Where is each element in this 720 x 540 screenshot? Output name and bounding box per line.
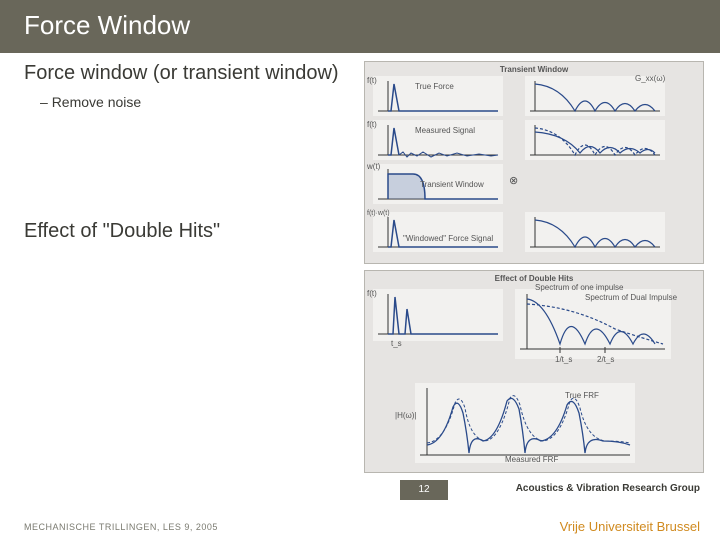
- section1-heading: Force window (or transient window): [24, 61, 354, 86]
- slide-title: Force Window: [0, 0, 720, 53]
- fig2-label-measfrf: Measured FRF: [505, 455, 558, 464]
- content-area: Force window (or transient window) Remov…: [0, 53, 720, 473]
- fig2-label-ft: f(t): [367, 289, 377, 298]
- fig2-label-spec1: Spectrum of one impulse: [535, 283, 624, 292]
- fig2-label-hw: |H(ω)|: [395, 411, 417, 420]
- university-label: Vrije Universiteit Brussel: [560, 519, 700, 534]
- fig2-title: Effect of Double Hits: [495, 274, 574, 283]
- course-label: MECHANISCHE TRILLINGEN, LES 9, 2005: [24, 522, 218, 532]
- fig2-label-ts: t_s: [391, 339, 402, 348]
- research-group-label: Acoustics & Vibration Research Group: [516, 483, 700, 494]
- fig1-spectrum2: [525, 120, 665, 160]
- fig1-label-measured: Measured Signal: [415, 126, 475, 135]
- left-column: Force window (or transient window) Remov…: [24, 61, 364, 473]
- figure-double-hits: Effect of Double Hits f(t) t_s: [364, 270, 704, 473]
- figure-transient-window: Transient Window f(t) True Force G_x: [364, 61, 704, 264]
- fig2-label-spec2: Spectrum of Dual Impulse: [585, 293, 677, 302]
- fig1-label-window: Transient Window: [420, 180, 484, 189]
- fig1-label-trueforce: True Force: [415, 82, 454, 91]
- fig1-label-ft1: f(t): [367, 76, 377, 85]
- section2-heading: Effect of "Double Hits": [24, 220, 354, 243]
- fig2-label-1ts: 1/t_s: [555, 355, 572, 364]
- fig1-title: Transient Window: [500, 65, 568, 74]
- fig2-label-truefrf: True FRF: [565, 391, 599, 400]
- fig1-spectrum3: [525, 212, 665, 252]
- fig1-label-wt: w(t): [367, 162, 380, 171]
- fig1-label-ftwt: f(t)·w(t): [367, 210, 390, 217]
- footer: 12 Acoustics & Vibration Research Group …: [0, 480, 720, 540]
- fig2-impulse-plot: [373, 289, 503, 341]
- fig2-frf-plot: [415, 383, 635, 463]
- fig1-label-gxx1: G_xx(ω): [635, 74, 665, 83]
- right-column: Transient Window f(t) True Force G_x: [364, 61, 704, 473]
- page-number: 12: [400, 480, 448, 500]
- fig2-label-2ts: 2/t_s: [597, 355, 614, 364]
- fig1-label-windowed: "Windowed" Force Signal: [403, 234, 493, 243]
- section1-bullet: Remove noise: [40, 94, 354, 110]
- fig1-label-ft2: f(t): [367, 120, 377, 129]
- fig1-multiply-icon: ⊗: [509, 174, 518, 187]
- fig1-windowed-plot: [373, 212, 503, 252]
